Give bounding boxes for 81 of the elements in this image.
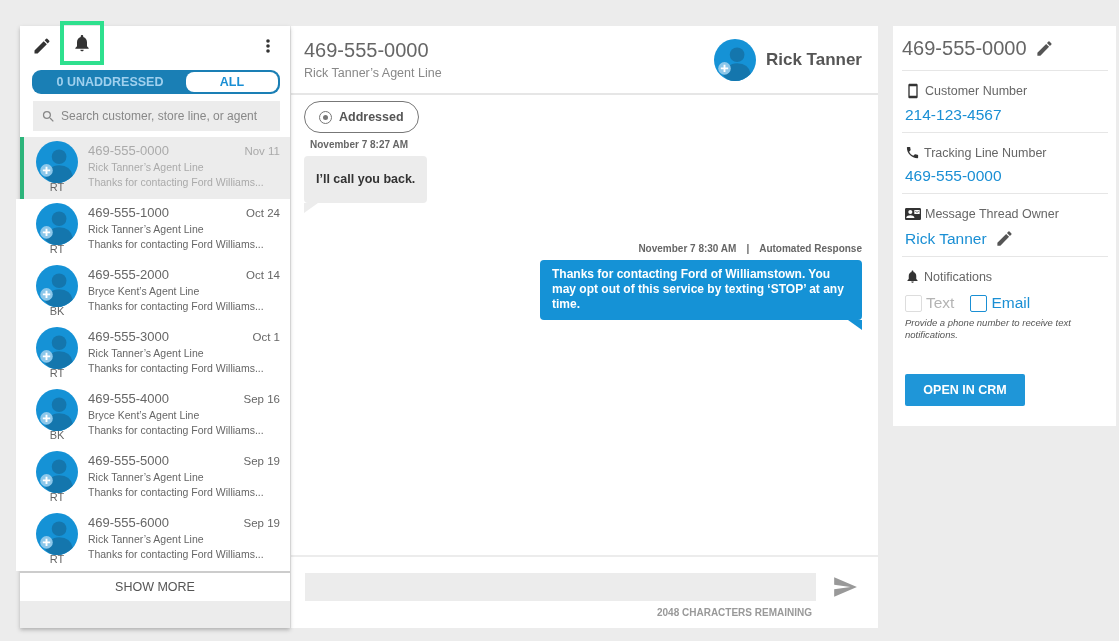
notifications-button[interactable] [60, 21, 104, 65]
agent-line: Rick Tanner’s Agent Line [88, 533, 205, 545]
detail-label: Tracking Line Number [924, 145, 1047, 160]
message-preview: Thanks for contacting Ford Williams... [88, 300, 265, 312]
open-crm-button[interactable]: OPEN IN CRM [905, 374, 1025, 406]
agent-initials: RT [49, 367, 65, 379]
message-time: November 7 8:30 AM [638, 243, 737, 254]
agent-initials: RT [49, 553, 65, 565]
characters-remaining: 2048 CHARACTERS REMAINING [656, 607, 813, 618]
outgoing-message: Thanks for contacting Ford of Williamstown. You may opt out of this service by texting ‘STOP’ at any time. [540, 260, 862, 320]
pencil-icon [32, 36, 52, 56]
avatar-icon [36, 327, 78, 369]
phone-number: 469-555-3000 [88, 329, 169, 344]
conversation-date: Nov 11 [244, 145, 280, 157]
message-preview: Thanks for contacting Ford Williams... [88, 486, 265, 498]
phone-icon [905, 145, 920, 160]
avatar-icon [36, 265, 78, 307]
owner-name: Rick Tanner [765, 49, 862, 70]
message-preview: Thanks for contacting Ford Williams... [88, 238, 265, 250]
phone-number: 469-555-4000 [88, 391, 169, 406]
detail-label: Notifications [924, 269, 993, 284]
message-tag: Automated Response [759, 243, 862, 254]
message-preview: Thanks for contacting Ford Williams... [88, 362, 265, 374]
avatar-icon [36, 203, 78, 245]
conversation-date: Sep 19 [243, 517, 280, 529]
addressed-button[interactable]: Addressed [304, 101, 419, 133]
more-icon [266, 39, 270, 53]
conversation-date: Sep 16 [243, 393, 280, 405]
agent-line: Rick Tanner’s Agent Line [88, 161, 205, 173]
detail-label: Message Thread Owner [925, 207, 1059, 221]
message-preview: Thanks for contacting Ford Williams... [88, 548, 265, 560]
conversation-date: Sep 19 [243, 455, 280, 467]
smartphone-icon [905, 83, 921, 99]
message-time: November 7 8:27 AM [310, 139, 408, 150]
search-field[interactable]: Search customer, store line, or agent [33, 101, 280, 131]
agent-initials: RT [49, 181, 65, 193]
avatar-icon [36, 513, 78, 555]
bell-icon [72, 33, 92, 53]
conversation-date: Oct 14 [246, 269, 280, 281]
agent-line: Rick Tanner’s Agent Line [88, 347, 205, 359]
agent-initials: RT [49, 243, 65, 255]
checkbox-label: Email [991, 294, 1031, 312]
bell-icon [905, 269, 920, 284]
agent-line: Bryce Kent’s Agent Line [88, 285, 201, 297]
message-preview: Thanks for contacting Ford Williams... [88, 424, 265, 436]
agent-initials: RT [49, 491, 65, 503]
filter-tab[interactable]: ALL [186, 72, 278, 92]
incoming-message: I’ll call you back. [304, 156, 428, 203]
conversation-date: Oct 24 [246, 207, 280, 219]
conversation-date: Oct 1 [252, 331, 280, 343]
agent-initials: BK [49, 429, 65, 441]
avatar-icon [36, 451, 78, 493]
agent-line: Rick Tanner’s Agent Line [88, 471, 205, 483]
notification-hint: Provide a phone number to receive text notifications. [905, 317, 1072, 341]
phone-number: 469-555-2000 [88, 267, 169, 282]
agent-line: Bryce Kent’s Agent Line [88, 409, 201, 421]
avatar-icon [713, 38, 756, 81]
contact-icon [905, 206, 921, 222]
message-preview: Thanks for contacting Ford Williams... [88, 176, 265, 188]
thread-number: 469-555-0000 [304, 39, 430, 62]
checkbox-label: Text [926, 294, 955, 312]
phone-number: 469-555-1000 [88, 205, 169, 220]
search-icon [41, 109, 56, 124]
detail-value: 214-123-4567 [905, 106, 1002, 124]
detail-value: Rick Tanner [905, 229, 987, 248]
avatar-icon [36, 141, 78, 183]
details-title: 469-555-0000 [902, 36, 1027, 60]
separator: | [746, 243, 750, 254]
phone-number: 469-555-5000 [88, 453, 169, 468]
checkbox[interactable] [970, 294, 988, 312]
avatar-icon [36, 389, 78, 431]
phone-number: 469-555-0000 [88, 143, 169, 158]
agent-initials: BK [49, 305, 65, 317]
edit-icon[interactable] [994, 229, 1014, 248]
detail-value: 469-555-0000 [905, 167, 1002, 185]
thread-line: Rick Tanner’s Agent Line [304, 66, 443, 80]
agent-line: Rick Tanner’s Agent Line [88, 223, 205, 235]
phone-number: 469-555-6000 [88, 515, 169, 530]
detail-label: Customer Number [925, 84, 1028, 98]
conversation-item[interactable]: RT 469-555-0000 Nov 11 Rick Tanner’s Agent Line Thanks for contacting Ford Williams... [20, 137, 290, 199]
bubble-tail [848, 320, 862, 330]
